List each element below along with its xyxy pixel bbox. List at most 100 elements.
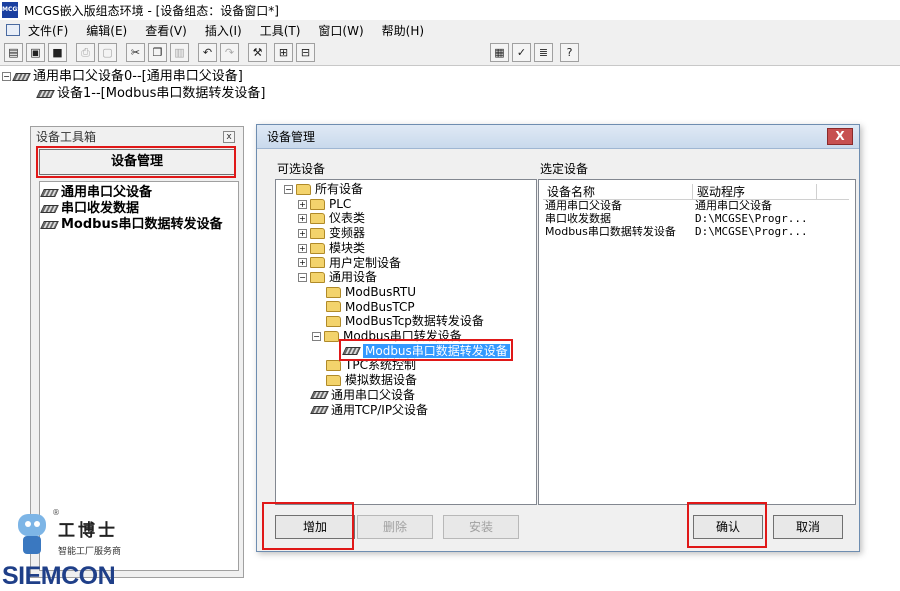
check-icon[interactable]: ✓ (512, 43, 531, 62)
device-icon (40, 189, 59, 197)
tree-item[interactable]: − 所有设备 (284, 182, 363, 197)
add-button[interactable]: 增加 (275, 515, 355, 539)
available-devices-label: 可选设备 (277, 162, 326, 176)
tree-item-label: ModBusRTU (345, 284, 416, 299)
delete-button[interactable]: 删除 (357, 515, 433, 539)
column-header-device-name[interactable]: 设备名称 (543, 184, 693, 199)
device-tree-root[interactable]: − 通用串口父设备0--[通用串口父设备] (2, 68, 265, 85)
tree-item-selected[interactable]: Modbus串口数据转发设备 (342, 343, 510, 359)
collapse-icon[interactable]: − (284, 184, 293, 194)
copy-icon[interactable]: ❐ (148, 43, 167, 62)
folder-icon (310, 257, 325, 269)
cell-driver: D:\MCGSE\Progr... (695, 226, 808, 238)
dialog-title: 设备管理 (257, 125, 859, 149)
tree-item-label: 变频器 (329, 226, 366, 241)
cell-driver: D:\MCGSE\Progr... (695, 213, 808, 225)
expand-icon[interactable]: + (298, 214, 307, 224)
tree-item[interactable]: + PLC (298, 197, 351, 212)
list-icon[interactable]: ≣ (534, 43, 553, 62)
brand-name-en: SIEMCON (2, 562, 116, 590)
tree-item[interactable]: 模拟数据设备 (326, 373, 417, 388)
system-menu-icon[interactable] (6, 24, 20, 36)
tree-item[interactable]: + 模块类 (298, 241, 365, 256)
brand-name-cn: 工博士 (58, 521, 118, 541)
user-window-icon[interactable]: ⊟ (296, 43, 315, 62)
cell-device-name: 串口收发数据 (545, 213, 611, 225)
tree-item[interactable]: + 用户定制设备 (298, 256, 401, 271)
robot-mascot-icon (12, 510, 52, 556)
selected-devices-label: 选定设备 (540, 162, 589, 176)
available-devices-tree[interactable]: − 所有设备 + PLC + 仪表类 + 变频器 + 模块类 + 用户定制设备 − 通用设备 … (275, 179, 537, 505)
brand-slogan: 智能工厂服务商 (58, 547, 122, 557)
tree-item[interactable]: 通用串口父设备 (310, 388, 415, 403)
tree-item-label: PLC (329, 196, 352, 211)
cancel-button[interactable]: 取消 (773, 515, 843, 539)
table-row[interactable]: 通用串口父设备 通用串口父设备 (543, 200, 845, 212)
close-icon[interactable]: x (223, 131, 235, 143)
undo-icon[interactable]: ↶ (198, 43, 217, 62)
device-icon (40, 205, 59, 213)
menu-edit[interactable]: 编辑(E) (86, 22, 127, 39)
folder-icon (310, 272, 325, 284)
menu-window[interactable]: 窗口(W) (318, 22, 363, 39)
redo-icon[interactable]: ↷ (220, 43, 239, 62)
folder-icon (310, 198, 325, 210)
collapse-icon[interactable]: − (298, 273, 307, 283)
tree-item[interactable]: ModBusTCP (326, 300, 415, 315)
cell-driver: 通用串口父设备 (695, 200, 772, 212)
menu-view[interactable]: 查看(V) (145, 22, 187, 39)
save-icon[interactable]: ■ (48, 43, 67, 62)
print-preview-icon[interactable]: ▢ (98, 43, 117, 62)
confirm-button[interactable]: 确认 (693, 515, 763, 539)
device-tree-child[interactable]: 设备1--[Modbus串口数据转发设备] (2, 85, 265, 102)
install-button[interactable]: 安装 (443, 515, 519, 539)
expand-icon[interactable]: + (298, 243, 307, 253)
expand-icon[interactable]: + (298, 228, 307, 238)
collapse-icon[interactable]: − (312, 331, 321, 341)
tree-item[interactable]: 通用TCP/IP父设备 (310, 403, 428, 418)
expand-icon[interactable]: + (298, 199, 307, 209)
tree-item[interactable]: − Modbus串口转发设备 (312, 329, 462, 344)
tree-item[interactable]: − 通用设备 (298, 270, 377, 285)
tree-item[interactable]: TPC系统控制 (326, 358, 416, 373)
tree-item-label: TPC系统控制 (345, 358, 416, 373)
tree-item[interactable]: ModBusRTU (326, 285, 416, 300)
tree-item[interactable]: ModBusTcp数据转发设备 (326, 314, 484, 329)
list-item[interactable]: 串口收发数据 (40, 201, 236, 217)
device-window-icon[interactable]: ⊞ (274, 43, 293, 62)
menu-help[interactable]: 帮助(H) (382, 22, 424, 39)
expand-icon[interactable]: + (298, 258, 307, 268)
device-manage-button[interactable]: 设备管理 (39, 149, 235, 175)
print-icon[interactable]: ⎙ (76, 43, 95, 62)
menu-bar: 文件(F) 编辑(E) 查看(V) 插入(I) 工具(T) 窗口(W) 帮助(H… (0, 20, 900, 40)
device-manage-dialog: 设备管理 X 可选设备 选定设备 − 所有设备 + PLC + 仪表类 + 变频器 + 模… (256, 124, 860, 552)
table-row[interactable]: Modbus串口数据转发设备 D:\MCGSE\Progr... (543, 226, 845, 238)
column-header-driver[interactable]: 驱动程序 (693, 184, 817, 199)
device-icon (36, 89, 55, 98)
list-item-label: 串口收发数据 (61, 201, 140, 216)
tree-item[interactable]: + 仪表类 (298, 211, 365, 226)
properties-icon[interactable]: ▤ (4, 43, 23, 62)
tree-item-label: ModBusTCP (345, 299, 415, 314)
table-row[interactable]: 串口收发数据 D:\MCGSE\Progr... (543, 213, 845, 225)
toolbox-title: 设备工具箱 (36, 130, 97, 144)
tools-icon[interactable]: ⚒ (248, 43, 267, 62)
menu-file[interactable]: 文件(F) (28, 22, 68, 39)
folder-icon (326, 316, 341, 328)
paste-icon[interactable]: ▥ (170, 43, 189, 62)
collapse-icon[interactable]: − (2, 72, 11, 81)
cut-icon[interactable]: ✂ (126, 43, 145, 62)
download-icon[interactable]: ▦ (490, 43, 509, 62)
device-icon (310, 391, 329, 400)
menu-insert[interactable]: 插入(I) (205, 22, 242, 39)
help-context-icon[interactable]: ? (560, 43, 579, 62)
cell-device-name: Modbus串口数据转发设备 (545, 226, 676, 238)
close-icon[interactable]: X (827, 128, 853, 145)
list-item[interactable]: Modbus串口数据转发设备 (40, 217, 236, 233)
tree-item[interactable]: + 变频器 (298, 226, 365, 241)
menu-tools[interactable]: 工具(T) (260, 22, 301, 39)
selected-devices-list[interactable]: 设备名称 驱动程序 通用串口父设备 通用串口父设备 串口收发数据 D:\MCGS… (538, 179, 856, 505)
folder-icon (310, 213, 325, 225)
open-icon[interactable]: ▣ (26, 43, 45, 62)
list-item[interactable]: 通用串口父设备 (40, 185, 236, 201)
